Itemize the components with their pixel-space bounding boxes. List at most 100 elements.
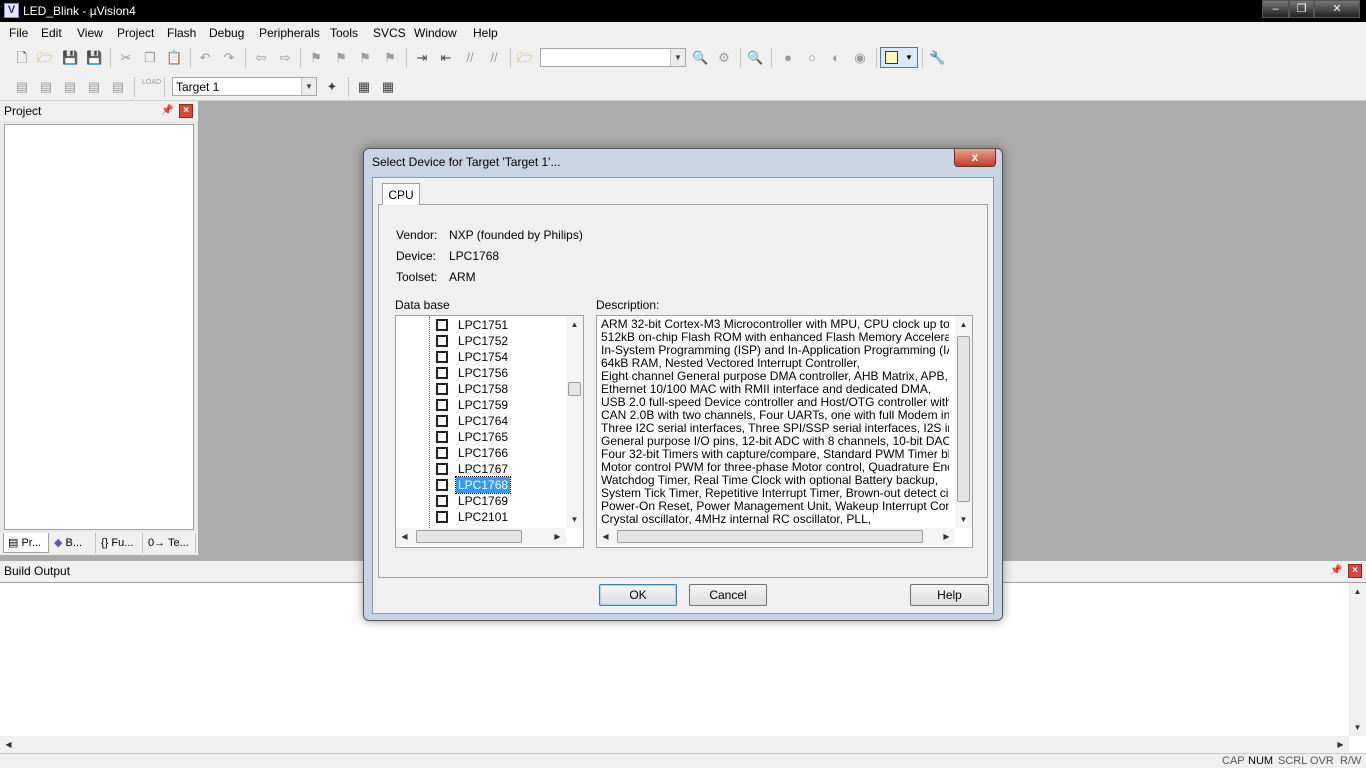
tab-cpu[interactable]: CPU [382,183,420,205]
scroll-left-icon[interactable]: ◀ [396,528,413,545]
cut-icon[interactable]: ✂ [118,50,134,66]
chevron-down-icon[interactable]: ▼ [301,78,316,95]
close-icon[interactable]: ✕ [1314,0,1360,18]
tab-templates[interactable]: 0→ Te... [144,533,196,553]
configure-icon[interactable]: ⚙ [716,50,732,66]
tree-item-device[interactable]: LPC1759 [396,397,566,413]
uncomment-icon[interactable]: // [486,50,502,66]
scroll-right-icon[interactable]: ▶ [938,528,955,545]
tree-item-device[interactable]: LPC1768 [396,476,566,494]
scroll-thumb[interactable] [617,530,923,543]
horizontal-scrollbar[interactable]: ◀ ▶ [0,736,1349,753]
vertical-scrollbar[interactable]: ▲ ▼ [955,316,972,528]
translate-icon[interactable]: ▤ [14,79,30,95]
device-tree[interactable]: LPC1751 LPC1752 LPC1754 LPC1756 LPC1758 LPC17… [395,315,584,548]
build-icon[interactable]: ▤ [38,79,54,95]
disable-all-breakpoints-icon[interactable]: ◐ [828,50,844,66]
breakpoint-icon[interactable]: ● [780,50,796,66]
close-icon[interactable]: x [954,149,996,167]
nav-back-icon[interactable]: ⇦ [253,50,269,66]
close-icon[interactable]: × [179,104,193,118]
scroll-up-icon[interactable]: ▲ [566,316,583,333]
redo-icon[interactable]: ↷ [221,50,237,66]
tree-item-device[interactable]: LPC1754 [396,349,566,365]
description-box[interactable]: ARM 32-bit Cortex-M3 Microcontroller wit… [596,315,973,548]
menu-help[interactable]: Help [473,26,498,40]
vertical-scrollbar[interactable]: ▲ ▼ [1349,583,1366,736]
comment-icon[interactable]: // [462,50,478,66]
indent-icon[interactable]: ⇥ [414,50,430,66]
menu-project[interactable]: Project [117,26,154,40]
scroll-thumb[interactable] [416,530,522,543]
find-combo[interactable]: ▼ [540,48,686,67]
nav-forward-icon[interactable]: ⇨ [277,50,293,66]
tree-item-device[interactable]: LPC1767 [396,461,566,477]
menu-edit[interactable]: Edit [41,26,62,40]
tree-item-device[interactable]: LPC1758 [396,381,566,397]
cancel-button[interactable]: Cancel [689,584,767,606]
bookmark-icon[interactable]: ⚑ [308,50,324,66]
close-icon[interactable]: × [1348,564,1362,578]
unindent-icon[interactable]: ⇤ [438,50,454,66]
menu-file[interactable]: File [9,26,28,40]
menu-svcs[interactable]: SVCS [373,26,406,40]
batch-build-icon[interactable]: ▤ [86,79,102,95]
menu-window[interactable]: Window [414,26,457,40]
save-icon[interactable]: 💾 [62,50,78,66]
zoom-icon[interactable]: 🔍 [747,50,763,66]
manage-components-icon[interactable]: ▦ [356,79,372,95]
scroll-up-icon[interactable]: ▲ [1349,583,1366,600]
rebuild-icon[interactable]: ▤ [62,79,78,95]
horizontal-scrollbar[interactable]: ◀ ▶ [597,528,955,545]
scroll-left-icon[interactable]: ◀ [597,528,614,545]
vertical-scrollbar[interactable]: ▲ ▼ [566,316,583,528]
scroll-down-icon[interactable]: ▼ [1349,719,1366,736]
menu-flash[interactable]: Flash [167,26,196,40]
tree-item-device[interactable]: LPC1756 [396,365,566,381]
scroll-down-icon[interactable]: ▼ [955,511,972,528]
chevron-down-icon[interactable]: ▼ [670,49,685,66]
pin-icon[interactable]: 📌 [1330,564,1342,578]
tab-functions[interactable]: {} Fu... [97,533,143,553]
tree-item-device[interactable]: LPC1769 [396,493,566,509]
window-layout-button[interactable]: ▼ [880,47,918,68]
scroll-left-icon[interactable]: ◀ [0,736,17,753]
scroll-up-icon[interactable]: ▲ [955,316,972,333]
next-bookmark-icon[interactable]: ⚑ [357,50,373,66]
find-in-files-icon[interactable]: 🗁 [517,50,533,66]
multi-project-icon[interactable]: ▦ [380,79,396,95]
new-file-icon[interactable]: 🗋 [14,50,30,66]
open-folder-icon[interactable]: 🗁 [37,50,53,66]
maximize-icon[interactable]: ❐ [1289,0,1314,18]
menu-debug[interactable]: Debug [209,26,244,40]
save-all-icon[interactable]: 💾 [86,50,102,66]
help-button[interactable]: Help [910,584,989,606]
disable-breakpoint-icon[interactable]: ○ [804,50,820,66]
pin-icon[interactable]: 📌 [161,104,173,118]
target-select[interactable]: Target 1 ▼ [172,77,317,96]
tree-item-device[interactable]: LPC1765 [396,429,566,445]
tree-item-device[interactable]: LPC1751 [396,317,566,333]
ok-button[interactable]: OK [599,584,677,606]
clear-bookmarks-icon[interactable]: ⚑ [382,50,398,66]
menu-tools[interactable]: Tools [330,26,358,40]
scroll-right-icon[interactable]: ▶ [1332,736,1349,753]
undo-icon[interactable]: ↶ [197,50,213,66]
scroll-right-icon[interactable]: ▶ [549,528,566,545]
kill-breakpoints-icon[interactable]: ◉ [852,50,868,66]
prev-bookmark-icon[interactable]: ⚑ [333,50,349,66]
scroll-thumb[interactable] [568,382,581,396]
horizontal-scrollbar[interactable]: ◀ ▶ [396,528,566,545]
stop-build-icon[interactable]: ▤ [110,79,126,95]
tree-item-device[interactable]: LPC2101 [396,509,566,525]
target-options-icon[interactable]: ✦ [324,79,340,95]
tree-item-device[interactable]: LPC1766 [396,445,566,461]
scroll-thumb[interactable] [957,336,970,502]
project-tree[interactable] [4,124,194,530]
scroll-down-icon[interactable]: ▼ [566,511,583,528]
find-icon[interactable]: 🔍 [692,50,708,66]
menu-peripherals[interactable]: Peripherals [259,26,320,40]
menu-view[interactable]: View [77,26,103,40]
minimize-icon[interactable]: – [1262,0,1289,18]
tree-item-device[interactable]: LPC1764 [396,413,566,429]
